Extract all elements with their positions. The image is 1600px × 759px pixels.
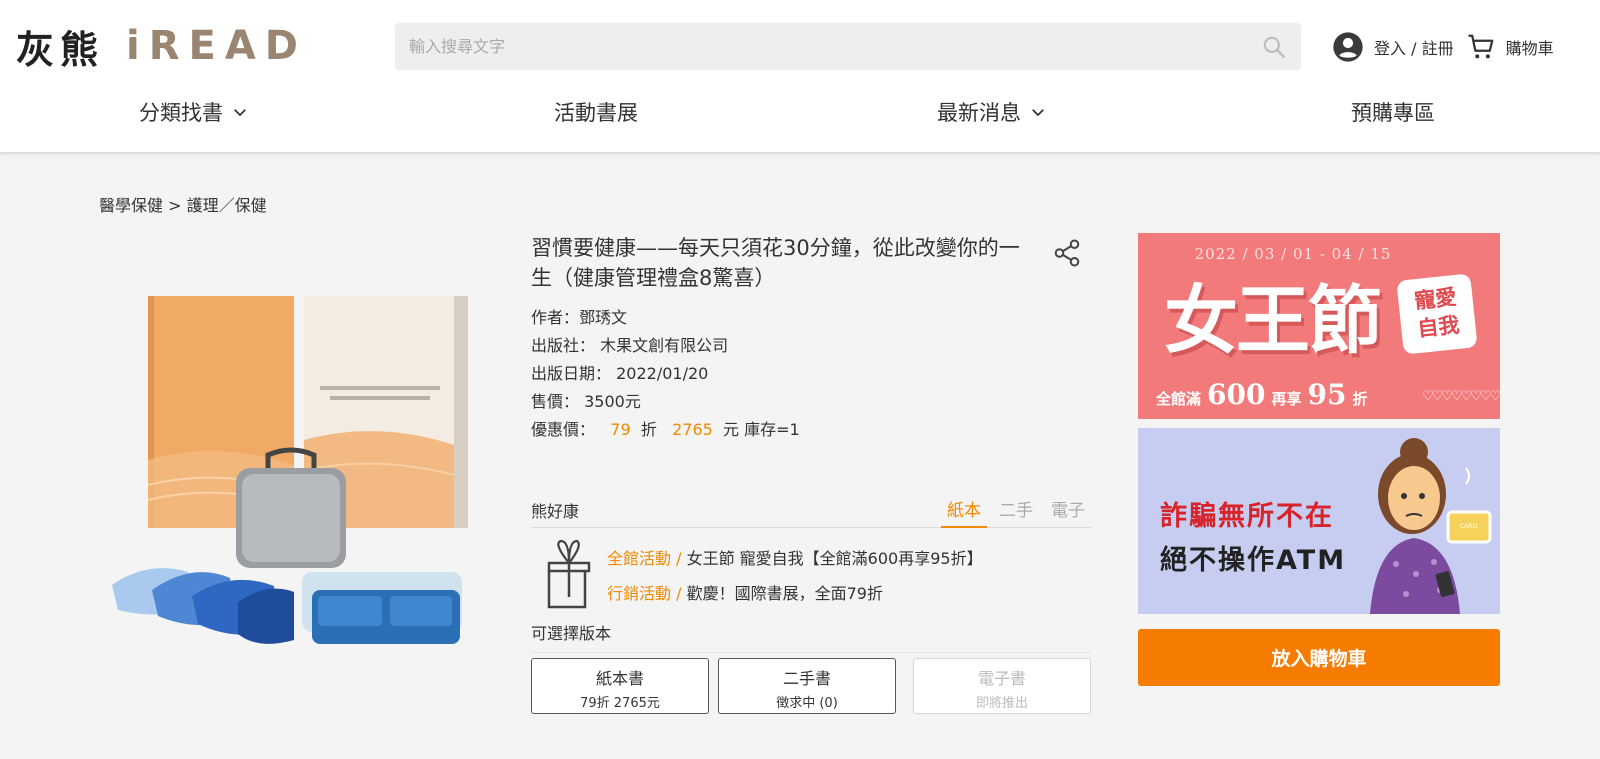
main-nav: 分類找書 活動書展 最新消息 預購專區 (0, 86, 1600, 138)
promo-text: 女王節 寵愛自我【全館滿600再享95折】 (686, 549, 983, 568)
tab-ebook[interactable]: 電子 (1045, 494, 1091, 528)
offer-amount: 600 (1207, 378, 1266, 411)
version-paper-button[interactable]: 紙本書 79折 2765元 (531, 658, 709, 714)
version-title: 紙本書 (595, 669, 644, 688)
discount-rate: 79 (610, 420, 631, 439)
banner-badge: 寵愛 自我 (1396, 273, 1478, 355)
nav-item-label: 分類找書 (139, 101, 223, 125)
fraud-warning-line2: 絕不操作ATM (1160, 545, 1347, 576)
discount-price-label: 優惠價： (531, 420, 596, 439)
author-row: 作者：鄧琇文 (531, 304, 1071, 332)
gift-icon (547, 539, 591, 609)
list-price-value: 3500元 (584, 392, 641, 411)
offer-middle: 再享 (1271, 390, 1302, 408)
card-text: CARD (1460, 523, 1477, 530)
version-ebook-button: 電子書 即將推出 (913, 658, 1091, 714)
search-icon[interactable] (1261, 34, 1287, 60)
banner-headline: 女王節 (1164, 278, 1382, 364)
breadcrumb[interactable]: 醫學保健 > 護理／保健 (99, 192, 267, 216)
nav-item-book-fairs[interactable]: 活動書展 (554, 86, 638, 138)
product-image (112, 296, 468, 644)
logo-chinese-text: 灰熊 (16, 27, 105, 72)
nav-item-news[interactable]: 最新消息 (937, 86, 1047, 138)
version-second-hand-button[interactable]: 二手書 徵求中 (0) (718, 658, 896, 714)
nav-item-label: 最新消息 (937, 101, 1021, 125)
promo-store-wide[interactable]: 全館活動 / 女王節 寵愛自我【全館滿600再享95折】 (607, 545, 983, 569)
stock-text: 元 庫存=1 (722, 420, 800, 439)
offer-suffix: 折 (1352, 390, 1368, 408)
list-price-label: 售價： (531, 392, 580, 411)
user-actions: 登入 / 註冊 購物車 (1332, 30, 1554, 64)
product-title: 習慣要健康——每天只須花30分鐘，從此改變你的一生（健康管理禮盒8驚喜） (531, 236, 1020, 290)
discount-price-row: 優惠價： 79 折 2765 元 庫存=1 (531, 416, 1071, 444)
offer-rate: 95 (1307, 378, 1347, 411)
chevron-down-icon (234, 109, 246, 117)
anti-fraud-banner[interactable]: 詐騙無所不在 絕不操作ATM CARD (1138, 428, 1500, 614)
nav-item-label: 預購專區 (1351, 101, 1435, 125)
tab-second-hand[interactable]: 二手 (993, 494, 1039, 528)
nav-item-preorder[interactable]: 預購專區 (1351, 86, 1435, 138)
nav-item-label: 活動書展 (554, 101, 638, 125)
available-versions-label: 可選擇版本 (531, 620, 1091, 653)
version-title: 二手書 (782, 669, 831, 688)
search-bar (395, 23, 1301, 70)
add-to-cart-button[interactable]: 放入購物車 (1138, 629, 1500, 686)
format-tabs: 紙本 二手 電子 (935, 494, 1091, 528)
discount-unit: 折 (640, 420, 657, 439)
publish-date-row: 出版日期： 2022/01/20 (531, 360, 1071, 388)
promo-tag: 全館活動 / (607, 549, 682, 568)
shopping-cart-icon[interactable] (1466, 32, 1496, 62)
publisher-row: 出版社： 木果文創有限公司 (531, 332, 1071, 360)
promo-text: 歡慶！國際書展，全面79折 (686, 584, 883, 603)
version-sub: 即將推出 (975, 696, 1028, 711)
author-label: 作者： (531, 308, 580, 327)
offer-prefix: 全館滿 (1156, 390, 1202, 408)
banner-offer: 全館滿 600 再享 95 折 (1156, 378, 1367, 411)
publish-date-label: 出版日期： (531, 364, 612, 383)
login-register-link[interactable]: 登入 / 註冊 (1374, 35, 1454, 59)
version-title: 電子書 (977, 669, 1026, 688)
promo-marketing[interactable]: 行銷活動 / 歡慶！國際書展，全面79折 (607, 580, 883, 604)
fraud-warning-line1: 詐騙無所不在 (1160, 501, 1334, 532)
version-sub: 79折 2765元 (580, 696, 660, 711)
share-icon[interactable] (1052, 238, 1082, 268)
publish-date-value: 2022/01/20 (616, 364, 709, 383)
cart-link[interactable]: 購物車 (1506, 35, 1554, 59)
store-name: 熊好康 (531, 502, 580, 521)
logo-english-text: iREAD (126, 23, 308, 69)
site-header: 灰熊 iREAD 登入 / 註冊 購物車 分類找書 活動書展 (0, 0, 1600, 152)
tab-paper[interactable]: 紙本 (941, 494, 987, 528)
nav-item-categories[interactable]: 分類找書 (139, 86, 249, 138)
list-price-row: 售價： 3500元 (531, 388, 1071, 416)
search-input[interactable] (395, 23, 1255, 70)
publisher-link[interactable]: 木果文創有限公司 (600, 336, 728, 355)
chevron-down-icon (1032, 109, 1044, 117)
worried-woman-illustration: CARD (1370, 438, 1492, 614)
promo-tag: 行銷活動 / (607, 584, 682, 603)
user-account-icon[interactable] (1332, 31, 1364, 63)
queens-day-banner[interactable]: 2022 / 03 / 01 - 04 / 15 女王節 寵愛 自我 全館滿 60… (1138, 233, 1500, 419)
discount-price: 2765 (672, 420, 713, 439)
store-row: 熊好康 紙本 二手 電子 (531, 494, 1091, 528)
author-link[interactable]: 鄧琇文 (579, 308, 627, 327)
site-logo[interactable]: 灰熊 iREAD (16, 20, 307, 72)
product-meta: 作者：鄧琇文 出版社： 木果文創有限公司 出版日期： 2022/01/20 售價… (531, 304, 1071, 444)
version-sub: 徵求中 (0) (776, 696, 838, 711)
publisher-label: 出版社： (531, 336, 596, 355)
heart-icon: ♡♡♡♡♡♡♡♡ (1422, 389, 1500, 404)
